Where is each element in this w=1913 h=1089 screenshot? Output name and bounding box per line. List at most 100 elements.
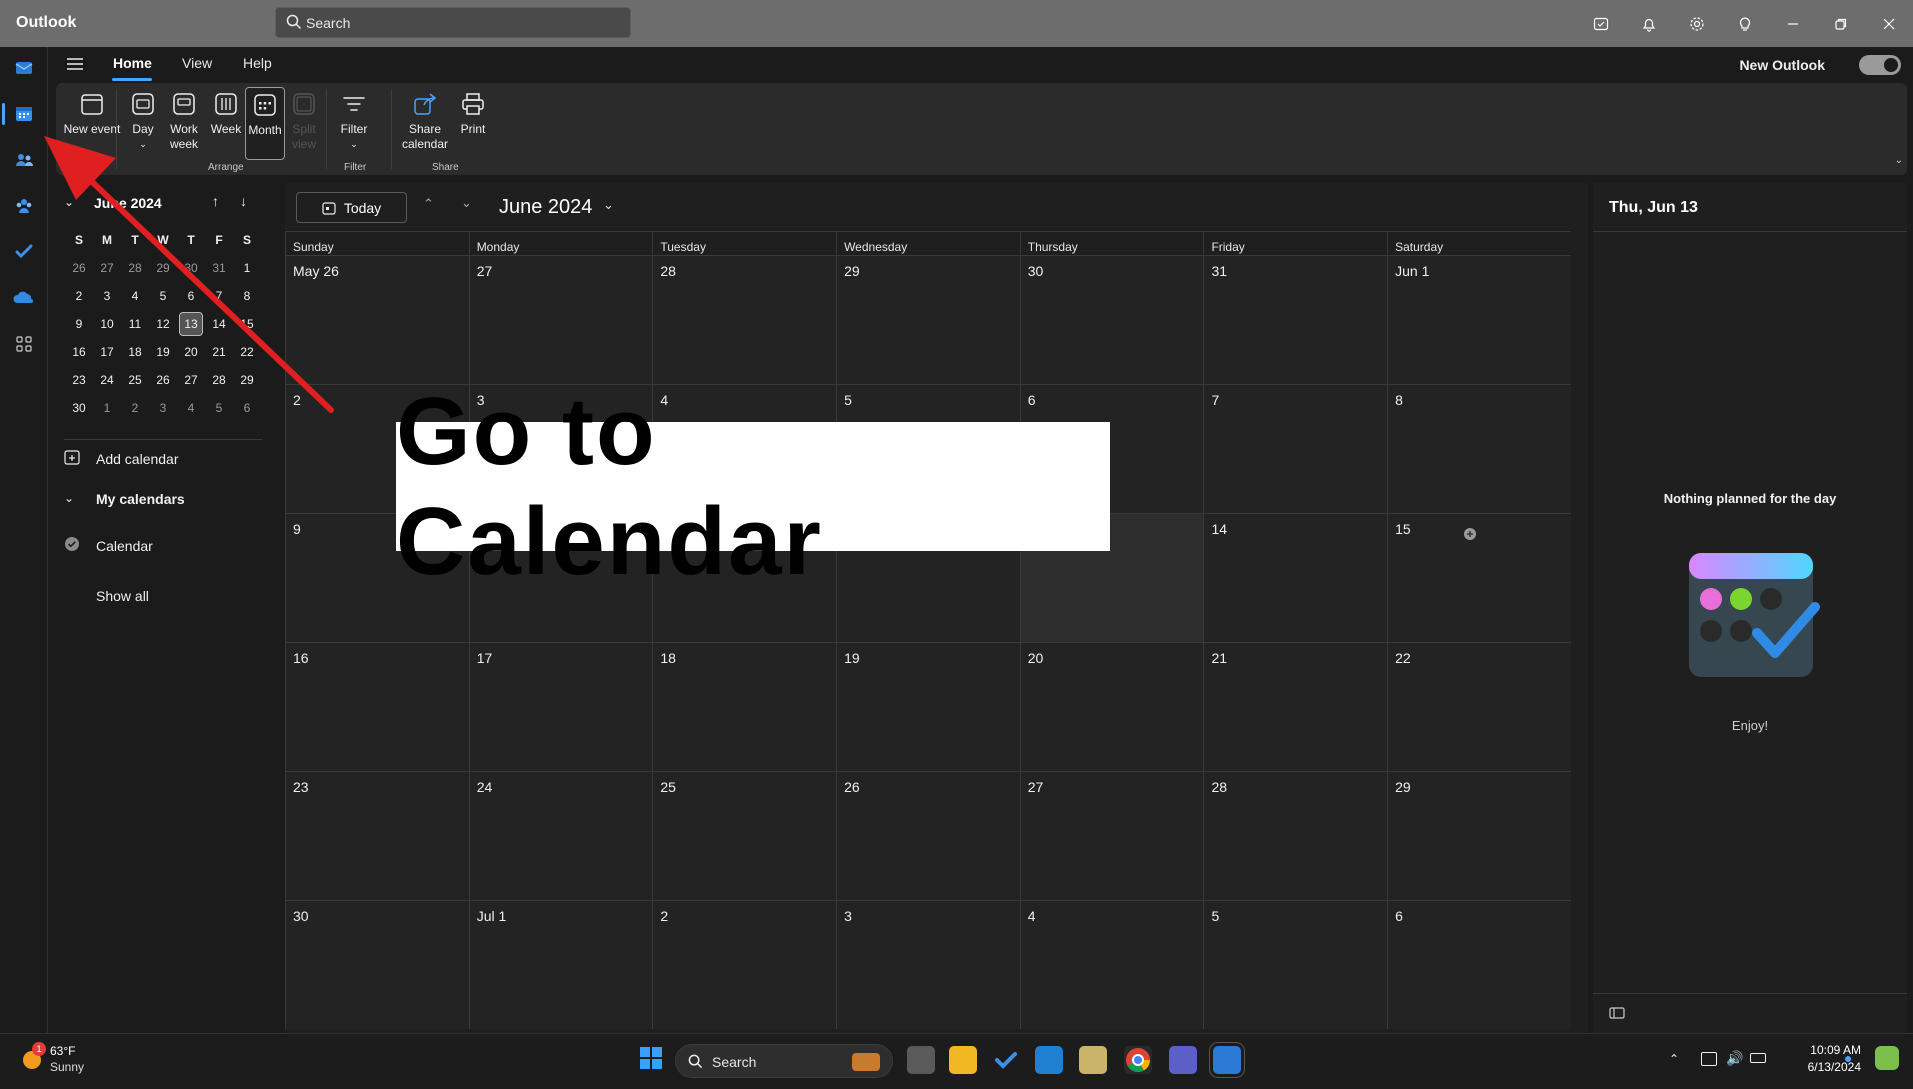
calendar-day-cell[interactable]: 21 [1203, 643, 1388, 771]
mini-day[interactable]: 7 [205, 289, 233, 303]
next-month-icon[interactable]: ↓ [240, 193, 247, 209]
calendar-day-cell[interactable]: 8 [1387, 385, 1571, 513]
collapse-mini-calendar-icon[interactable]: ⌄ [64, 195, 74, 209]
mini-day[interactable]: 29 [233, 373, 261, 387]
people-icon[interactable] [8, 144, 40, 176]
windows-start-icon[interactable] [639, 1046, 663, 1070]
calendar-day-cell[interactable]: 30 [285, 901, 469, 1029]
calendar-day-cell[interactable]: 7 [1203, 385, 1388, 513]
calendar-day-cell[interactable]: 27 [1019, 772, 1204, 900]
calendar-day-cell[interactable]: 3 [836, 901, 1020, 1029]
vscode-icon[interactable] [1035, 1046, 1063, 1074]
filter-button[interactable]: Filter ⌄ [334, 87, 374, 159]
mini-day[interactable]: 2 [65, 289, 93, 303]
calendar-day-cell[interactable]: 28 [1203, 772, 1388, 900]
minimize-icon[interactable] [1769, 0, 1817, 47]
day-view-button[interactable]: Day ⌄ [124, 87, 162, 159]
restore-icon[interactable] [1817, 0, 1865, 47]
calendar-list-item[interactable]: Calendar [96, 538, 153, 554]
mini-day[interactable]: 28 [121, 261, 149, 275]
groups-icon[interactable] [8, 190, 40, 222]
mini-day[interactable]: 5 [205, 401, 233, 415]
mini-day[interactable]: 10 [93, 317, 121, 331]
calendar-day-cell[interactable]: 20 [1019, 643, 1204, 771]
tab-home[interactable]: Home [113, 55, 152, 71]
mini-day[interactable]: 20 [177, 345, 205, 359]
calendar-day-cell[interactable]: 14 [1203, 514, 1388, 642]
calendar-day-cell[interactable]: 22 [1387, 643, 1571, 771]
mini-day[interactable]: 26 [149, 373, 177, 387]
network-icon[interactable] [1701, 1052, 1717, 1066]
next-period-icon[interactable]: ⌄ [461, 195, 472, 211]
calendar-day-cell[interactable]: 23 [285, 772, 469, 900]
mini-day[interactable]: 26 [65, 261, 93, 275]
month-title[interactable]: June 2024 [499, 196, 592, 219]
calendar-day-cell[interactable]: 19 [836, 643, 1020, 771]
chevron-down-icon[interactable]: ⌄ [64, 491, 74, 505]
split-view-button[interactable]: Split view [287, 87, 321, 159]
todo-icon[interactable] [8, 236, 40, 268]
mini-day[interactable]: 27 [177, 373, 205, 387]
mini-day[interactable]: 28 [205, 373, 233, 387]
calendar-day-cell[interactable]: 30 [1019, 256, 1204, 384]
outlook-taskbar-icon[interactable] [1209, 1042, 1245, 1078]
mini-day-today[interactable]: 13 [179, 312, 203, 336]
mini-day[interactable]: 30 [177, 261, 205, 275]
battery-icon[interactable] [1750, 1053, 1766, 1063]
mini-day[interactable]: 15 [233, 317, 261, 331]
work-week-button[interactable]: Work week [164, 87, 204, 159]
previous-month-icon[interactable]: ↑ [212, 193, 219, 209]
calendar-day-cell[interactable]: 27 [468, 256, 653, 384]
mini-day[interactable]: 18 [121, 345, 149, 359]
copilot-icon[interactable] [1875, 1046, 1899, 1070]
new-outlook-toggle[interactable] [1859, 55, 1901, 75]
mini-day[interactable]: 3 [149, 401, 177, 415]
search-input[interactable] [306, 12, 606, 34]
show-all-link[interactable]: Show all [96, 588, 149, 604]
mini-day[interactable]: 31 [205, 261, 233, 275]
search-box[interactable] [275, 7, 631, 38]
share-calendar-button[interactable]: Share calendar [397, 87, 453, 159]
add-calendar-link[interactable]: Add calendar [96, 451, 179, 467]
my-calendars-header[interactable]: My calendars [96, 491, 185, 507]
mini-day[interactable]: 17 [93, 345, 121, 359]
mini-day[interactable]: 1 [233, 261, 261, 275]
mini-day[interactable]: 3 [93, 289, 121, 303]
todo-app-icon[interactable] [992, 1046, 1020, 1074]
onedrive-icon[interactable] [8, 282, 40, 314]
mini-day[interactable]: 2 [121, 401, 149, 415]
apps-icon[interactable] [8, 328, 40, 360]
mini-day[interactable]: 25 [121, 373, 149, 387]
mini-day[interactable]: 22 [233, 345, 261, 359]
notes-app-icon[interactable] [1079, 1046, 1107, 1074]
side-pane-toggle-icon[interactable] [1609, 1007, 1625, 1019]
calendar-day-cell[interactable]: Jul 1 [468, 901, 653, 1029]
hamburger-menu-icon[interactable] [66, 56, 84, 72]
tab-help[interactable]: Help [243, 55, 272, 71]
mini-day[interactable]: 21 [205, 345, 233, 359]
mini-day[interactable]: 16 [65, 345, 93, 359]
calendar-day-cell[interactable]: 4 [1019, 901, 1204, 1029]
calendar-day-cell[interactable]: 17 [468, 643, 653, 771]
mini-day[interactable]: 6 [177, 289, 205, 303]
chevron-up-icon[interactable]: ⌃ [1669, 1052, 1679, 1066]
month-view-button[interactable]: Month [245, 87, 285, 160]
new-event-button[interactable]: New event [62, 87, 122, 159]
month-picker-chevron-icon[interactable]: ⌄ [603, 197, 614, 213]
close-icon[interactable] [1865, 0, 1913, 47]
mini-day[interactable]: 9 [65, 317, 93, 331]
mini-day[interactable]: 30 [65, 401, 93, 415]
checkmark-circle-icon[interactable] [64, 536, 80, 552]
calendar-day-cell[interactable]: 29 [1387, 772, 1571, 900]
mini-day[interactable]: 27 [93, 261, 121, 275]
lightbulb-icon[interactable] [1721, 0, 1769, 47]
calendar-day-cell[interactable]: May 26 [285, 256, 469, 384]
calendar-day-cell[interactable]: Jun 1 [1387, 256, 1571, 384]
bell-icon[interactable] [1625, 0, 1673, 47]
calendar-day-cell[interactable]: 18 [652, 643, 837, 771]
file-explorer-icon[interactable] [949, 1046, 977, 1074]
add-event-plus-icon[interactable] [1464, 528, 1476, 540]
volume-icon[interactable]: 🔊 [1726, 1050, 1743, 1067]
calendar-day-cell[interactable]: 31 [1203, 256, 1388, 384]
calendar-icon[interactable] [8, 98, 40, 130]
